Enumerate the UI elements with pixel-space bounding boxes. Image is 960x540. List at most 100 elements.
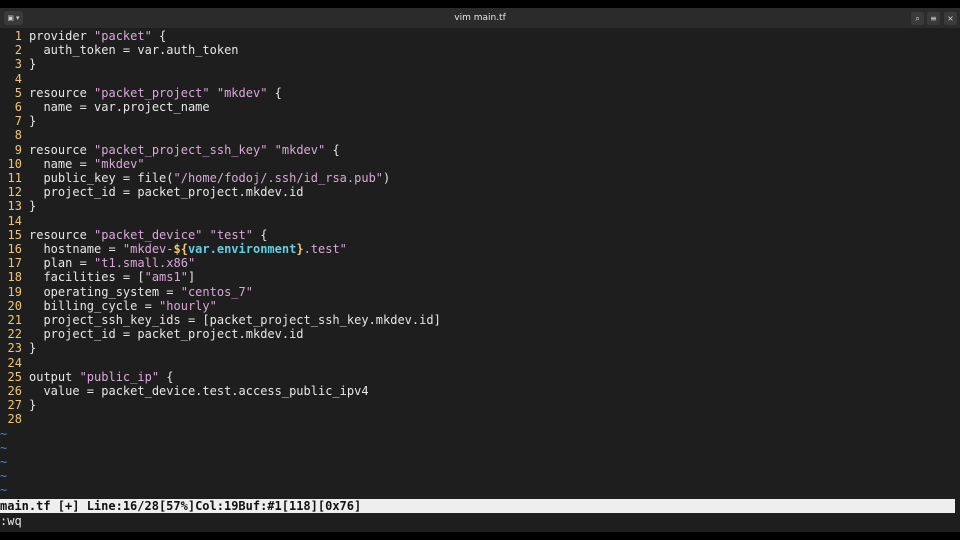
line-number: 27 xyxy=(7,398,22,413)
code-line[interactable]: 8 xyxy=(0,128,29,142)
search-icon: ⌕ xyxy=(915,14,920,23)
string-token: "public_ip" xyxy=(79,369,160,384)
close-button[interactable]: × xyxy=(944,12,957,25)
code-line[interactable]: 2 auth_token = var.auth_token xyxy=(0,43,239,57)
line-number: 21 xyxy=(7,313,22,327)
line-number: 5 xyxy=(14,85,22,100)
code-token: resource xyxy=(29,142,95,157)
vim-editor-buffer[interactable]: 1 provider "packet" {2 auth_token = var.a… xyxy=(0,29,960,499)
string-token: "packet_project_ssh_key" xyxy=(94,142,268,157)
code-line[interactable]: 18 facilities = ["ams1"] xyxy=(0,270,196,285)
string-token: "mkdev" xyxy=(94,156,145,171)
string-token: "mkdev" xyxy=(274,142,326,157)
string-token: "packet_project" xyxy=(94,85,210,100)
line-number: 3 xyxy=(14,57,22,72)
line-number: 28 xyxy=(7,412,22,427)
line-number: 1 xyxy=(14,29,22,43)
code-token: ] xyxy=(187,270,196,285)
string-token: "hourly" xyxy=(159,298,217,313)
hamburger-icon: ≡ xyxy=(930,14,937,23)
vim-command-line[interactable]: :wq xyxy=(0,514,22,528)
code-line[interactable]: 20 billing_cycle = "hourly" xyxy=(0,299,217,313)
code-line[interactable]: 25 output "public_ip" { xyxy=(0,370,174,384)
code-line[interactable]: 9 resource "packet_project_ssh_key" "mkde… xyxy=(0,143,340,157)
code-token: name = xyxy=(29,156,95,171)
line-number: 19 xyxy=(7,284,22,299)
code-token: plan = xyxy=(29,256,95,271)
code-line[interactable]: 13} xyxy=(0,199,37,214)
search-button[interactable]: ⌕ xyxy=(911,12,924,25)
code-line[interactable]: 16 hostname = "mkdev-${var.environment}.… xyxy=(0,242,347,256)
code-token: } xyxy=(29,199,37,214)
line-number: 6 xyxy=(14,100,22,114)
line-number: 23 xyxy=(7,341,22,356)
code-line[interactable]: 21 project_ssh_key_ids = [packet_project… xyxy=(0,313,441,327)
code-line[interactable]: 11 public_key = file("/home/fodoj/.ssh/i… xyxy=(0,171,391,185)
code-line[interactable]: 23} xyxy=(0,341,37,356)
code-line[interactable]: 3} xyxy=(0,57,36,71)
line-number: 14 xyxy=(7,213,22,228)
code-line[interactable]: 6 name = var.project_name xyxy=(0,100,210,114)
code-line[interactable]: 7} xyxy=(0,114,36,128)
code-token: ) xyxy=(383,171,391,185)
empty-line-marker: ~ xyxy=(0,440,8,455)
code-line[interactable]: 27} xyxy=(0,398,37,413)
string-token: "ams1" xyxy=(144,270,188,285)
code-line[interactable]: 22 project_id = packet_project.mkdev.id xyxy=(0,327,304,341)
line-number: 15 xyxy=(7,227,22,242)
line-number: 7 xyxy=(14,114,22,129)
code-line[interactable]: 19 operating_system = "centos_7" xyxy=(0,285,253,299)
string-token: "/home/fodoj/.ssh/id_rsa.pub" xyxy=(173,171,384,185)
code-line[interactable]: 17 plan = "t1.small.x86" xyxy=(0,256,196,271)
code-token: facilities = [ xyxy=(29,270,145,285)
string-token: .test" xyxy=(303,242,347,256)
code-token: provider xyxy=(29,29,95,43)
code-line[interactable]: 12 project_id = packet_project.mkdev.id xyxy=(0,185,304,199)
code-line[interactable]: 15 resource "packet_device" "test" { xyxy=(0,227,268,242)
string-token: "packet_device" xyxy=(94,227,203,242)
code-line[interactable]: 24 xyxy=(0,356,29,370)
code-token: name = var.project_name xyxy=(29,100,210,114)
code-token: output xyxy=(29,369,80,384)
code-token: { xyxy=(325,142,340,157)
code-token: { xyxy=(267,85,282,100)
code-token: } xyxy=(29,341,37,356)
code-line[interactable]: 1 provider "packet" { xyxy=(0,29,167,43)
line-number: 20 xyxy=(7,298,22,313)
line-number: 10 xyxy=(7,156,22,171)
window-title: vim main.tf xyxy=(454,13,506,23)
line-number: 12 xyxy=(7,185,22,200)
vim-statusline: main.tf [+] Line:16/28[57%]Col:19Buf:#1[… xyxy=(0,499,955,513)
interpolation-brace: } xyxy=(296,242,304,256)
code-line[interactable]: 14 xyxy=(0,214,29,228)
code-line[interactable]: 28 xyxy=(0,412,29,426)
code-token: billing_cycle = xyxy=(29,298,160,313)
code-token: } xyxy=(29,398,37,413)
code-line[interactable]: 10 name = "mkdev" xyxy=(0,157,145,171)
line-number: 13 xyxy=(7,199,22,214)
code-token: { xyxy=(159,369,174,384)
code-token: resource xyxy=(29,227,95,242)
code-token: auth_token = var.auth_token xyxy=(29,43,239,58)
code-line[interactable]: 5 resource "packet_project" "mkdev" { xyxy=(0,86,282,100)
code-token: } xyxy=(29,57,37,72)
code-token: value = packet_device.test.access_public… xyxy=(29,384,369,398)
code-line[interactable]: 26 value = packet_device.test.access_pub… xyxy=(0,384,369,398)
line-number: 24 xyxy=(7,355,22,370)
interpolation-brace: ${ xyxy=(173,242,188,256)
code-token: project_ssh_key_ids = [packet_project_ss… xyxy=(29,313,441,327)
string-token: "centos_7" xyxy=(180,284,253,299)
code-token: operating_system = xyxy=(29,284,181,299)
code-line[interactable]: 4 xyxy=(0,72,29,86)
string-token: "mkdev" xyxy=(216,85,268,100)
close-icon: × xyxy=(947,14,954,23)
code-token: project_id = packet_project.mkdev.id xyxy=(29,327,304,342)
code-token: { xyxy=(253,227,268,242)
line-number: 17 xyxy=(7,256,22,271)
line-number: 25 xyxy=(7,369,22,384)
line-number: 8 xyxy=(14,128,22,143)
line-number: 18 xyxy=(7,270,22,285)
hamburger-menu-button[interactable]: ≡ xyxy=(927,12,940,25)
